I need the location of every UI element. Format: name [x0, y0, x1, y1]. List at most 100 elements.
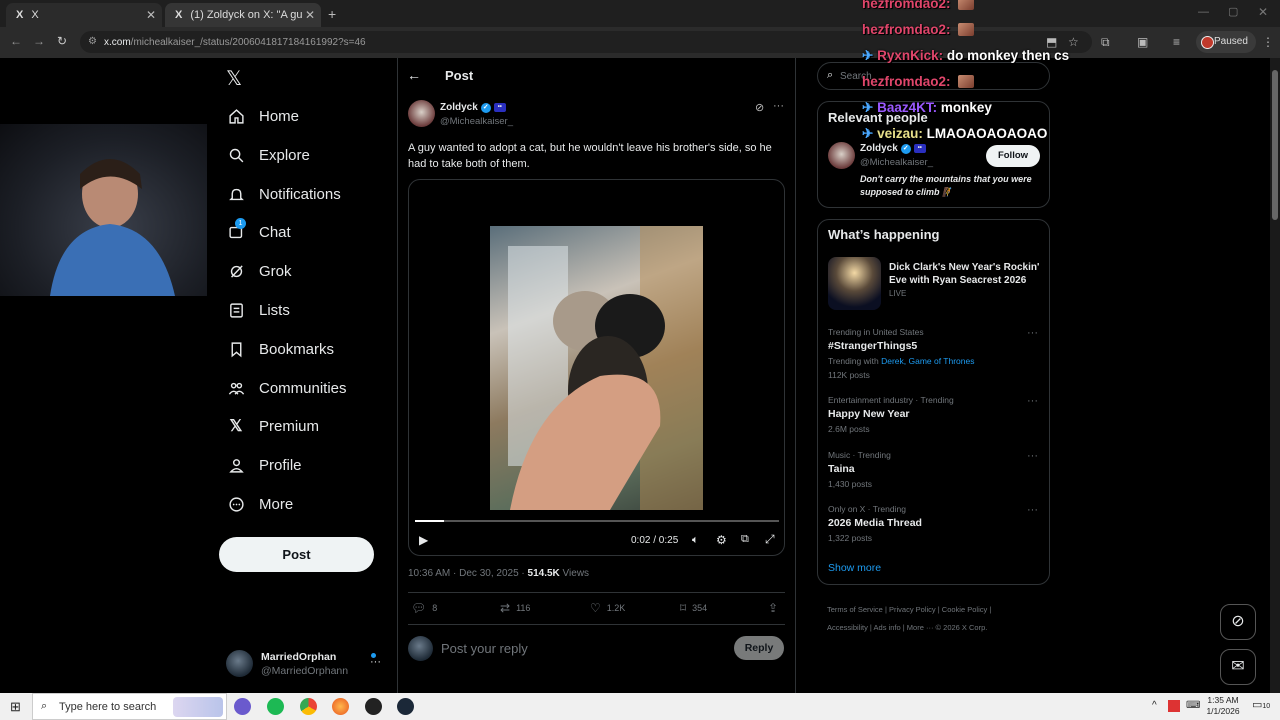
grok-explain-icon[interactable]: ⊘ [755, 101, 764, 114]
footer-link-cookie[interactable]: Cookie Policy [942, 605, 987, 614]
x-home-logo[interactable]: 𝕏 [226, 66, 242, 91]
messages-float-icon[interactable]: ✉ [1220, 649, 1256, 685]
spotify-icon[interactable] [267, 698, 284, 715]
repost-count: 116 [516, 603, 531, 613]
chrome-icon[interactable] [300, 698, 317, 715]
grok-float-icon[interactable]: ⊘ [1220, 604, 1256, 640]
tray-chevron-icon[interactable]: ^ [1152, 700, 1157, 711]
sidebar-item-explore[interactable]: Explore [227, 142, 310, 168]
install-app-icon[interactable]: ⬒ [1046, 35, 1057, 49]
settings-gear-icon[interactable]: ⚙ [716, 533, 727, 547]
follow-button[interactable]: Follow [986, 145, 1040, 167]
more-options-icon[interactable]: ··· [1027, 450, 1038, 462]
sidebar-item-notifications[interactable]: Notifications [227, 181, 341, 207]
trend-category: Trending in United States [828, 327, 924, 337]
repost-action[interactable]: ⇄ 116 [500, 601, 530, 615]
back-icon[interactable]: ← [10, 34, 22, 48]
trend-count: 2.6M posts [828, 424, 870, 434]
relevant-avatar[interactable] [828, 142, 855, 169]
live-event-thumbnail[interactable] [828, 257, 881, 310]
more-options-icon[interactable]: ··· [370, 656, 381, 668]
video-player[interactable]: ▶ 0:02 / 0:25 🔈︎ ⚙ ⧉ ⤢ [408, 179, 785, 556]
share-action[interactable]: ⇪ [768, 601, 778, 615]
footer-link-accessibility[interactable]: Accessibility [827, 623, 868, 632]
tab-title: (1) Zoldyck on X: "A guy wante [190, 9, 303, 21]
account-switcher[interactable]: MarriedOrphan @MarriedOrphann ··· [224, 648, 381, 680]
split-view-icon[interactable]: ▣ [1137, 35, 1148, 49]
more-options-icon[interactable]: ··· [1027, 395, 1038, 407]
bookmark-action[interactable]: ⌑ 354 [680, 601, 707, 615]
chat-message: hezfromdao2: [862, 0, 975, 11]
clock[interactable]: 1:35 AM 1/1/2026 [1204, 695, 1242, 717]
extensions-icon[interactable]: ⧉ [1101, 35, 1110, 50]
footer-link-ads[interactable]: Ads info [874, 623, 901, 632]
footer-link-more[interactable]: More ··· [907, 623, 934, 632]
like-action[interactable]: ♡ 1.2K [590, 601, 625, 615]
tray-app-icon[interactable] [1168, 700, 1180, 712]
reply-input[interactable]: Post your reply [441, 641, 528, 656]
browser-menu-icon[interactable]: ⋮ [1262, 35, 1274, 49]
trend-item[interactable]: Entertainment industry · Trending Happy … [828, 395, 1038, 434]
browser-tab-post[interactable]: X (1) Zoldyck on X: "A guy wante ✕ [165, 3, 321, 27]
url-path: /micheal [130, 37, 168, 48]
live-event-title[interactable]: Dick Clark's New Year's Rockin' Eve with… [889, 261, 1041, 287]
footer-link-privacy[interactable]: Privacy Policy [889, 605, 936, 614]
trend-item[interactable]: Only on X · Trending 2026 Media Thread 1… [828, 504, 1038, 543]
chat-username: Baaz4KT: [877, 100, 938, 115]
reload-icon[interactable]: ↻ [57, 34, 67, 48]
show-more-link[interactable]: Show more [828, 562, 881, 574]
browser-tab-x[interactable]: X X ✕ [6, 3, 162, 27]
close-tab-icon[interactable]: ✕ [146, 8, 156, 22]
forward-icon[interactable]: → [33, 34, 45, 48]
more-options-icon[interactable]: ··· [1027, 327, 1038, 339]
sidebar-item-grok[interactable]: Grok [227, 258, 292, 284]
maximize-icon[interactable]: ▢ [1228, 5, 1238, 18]
post-button[interactable]: Post [219, 537, 374, 572]
trend-item[interactable]: Trending in United States #StrangerThing… [828, 327, 1038, 380]
bookmark-star-icon[interactable]: ☆ [1068, 35, 1079, 49]
reply-action[interactable]: 💬︎ 8 [411, 601, 437, 615]
taskbar-search-box[interactable]: ⌕ Type here to search [32, 693, 227, 720]
picture-in-picture-icon[interactable]: ⧉ [741, 533, 749, 546]
taskbar-app-icon[interactable] [234, 698, 251, 715]
firefox-icon[interactable] [332, 698, 349, 715]
sidebar-item-communities[interactable]: Communities [227, 375, 347, 401]
notification-center-icon[interactable]: ▭10 [1252, 698, 1270, 711]
windows-start-icon[interactable]: ⊞ [10, 699, 21, 715]
trend-item[interactable]: Music · Trending Taina 1,430 posts ··· [828, 450, 1038, 489]
sidebar-item-home[interactable]: Home [227, 103, 299, 129]
profile-paused-button[interactable]: Paused [1196, 31, 1256, 53]
steam-icon[interactable] [397, 698, 414, 715]
more-options-icon[interactable]: ··· [773, 100, 784, 112]
sidebar-item-chat[interactable]: 1 Chat [227, 218, 291, 245]
new-tab-icon[interactable]: + [328, 6, 336, 22]
back-arrow-icon[interactable]: ← [407, 67, 421, 83]
chat-username: veizau: [877, 126, 923, 141]
keyboard-icon[interactable]: ⌨ [1186, 700, 1200, 711]
trend-related[interactable]: Derek, Game of Thrones [881, 356, 974, 366]
taskbar-app-icon[interactable] [365, 698, 382, 715]
media-controls-icon[interactable]: ≡ [1173, 35, 1180, 49]
page-scrollbar[interactable] [1270, 58, 1280, 693]
reply-button[interactable]: Reply [734, 636, 784, 660]
volume-icon[interactable]: 🔈︎ [692, 534, 699, 547]
sidebar-item-bookmarks[interactable]: Bookmarks [227, 336, 334, 362]
author-name-row[interactable]: Zoldyck ✓ •• [440, 102, 506, 113]
relevant-name-row[interactable]: Zoldyck ✓ •• [860, 143, 926, 154]
fullscreen-icon[interactable]: ⤢ [765, 532, 775, 547]
author-avatar[interactable] [408, 100, 435, 127]
play-icon[interactable]: ▶ [419, 533, 428, 547]
close-window-icon[interactable]: ✕ [1258, 5, 1268, 19]
footer-link-terms[interactable]: Terms of Service [827, 605, 883, 614]
scrollbar-thumb[interactable] [1272, 70, 1278, 220]
minimize-icon[interactable]: — [1198, 6, 1209, 18]
sidebar-item-premium[interactable]: 𝕏 Premium [227, 413, 319, 439]
clock-date: 1/1/2026 [1206, 706, 1240, 716]
site-info-icon[interactable]: ⚙ [88, 36, 97, 47]
sidebar-item-more[interactable]: More [227, 491, 293, 517]
video-scrubber[interactable] [415, 520, 779, 522]
sidebar-item-lists[interactable]: Lists [227, 297, 290, 323]
close-tab-icon[interactable]: ✕ [305, 8, 315, 22]
more-options-icon[interactable]: ··· [1027, 504, 1038, 516]
sidebar-item-profile[interactable]: Profile [227, 452, 302, 478]
